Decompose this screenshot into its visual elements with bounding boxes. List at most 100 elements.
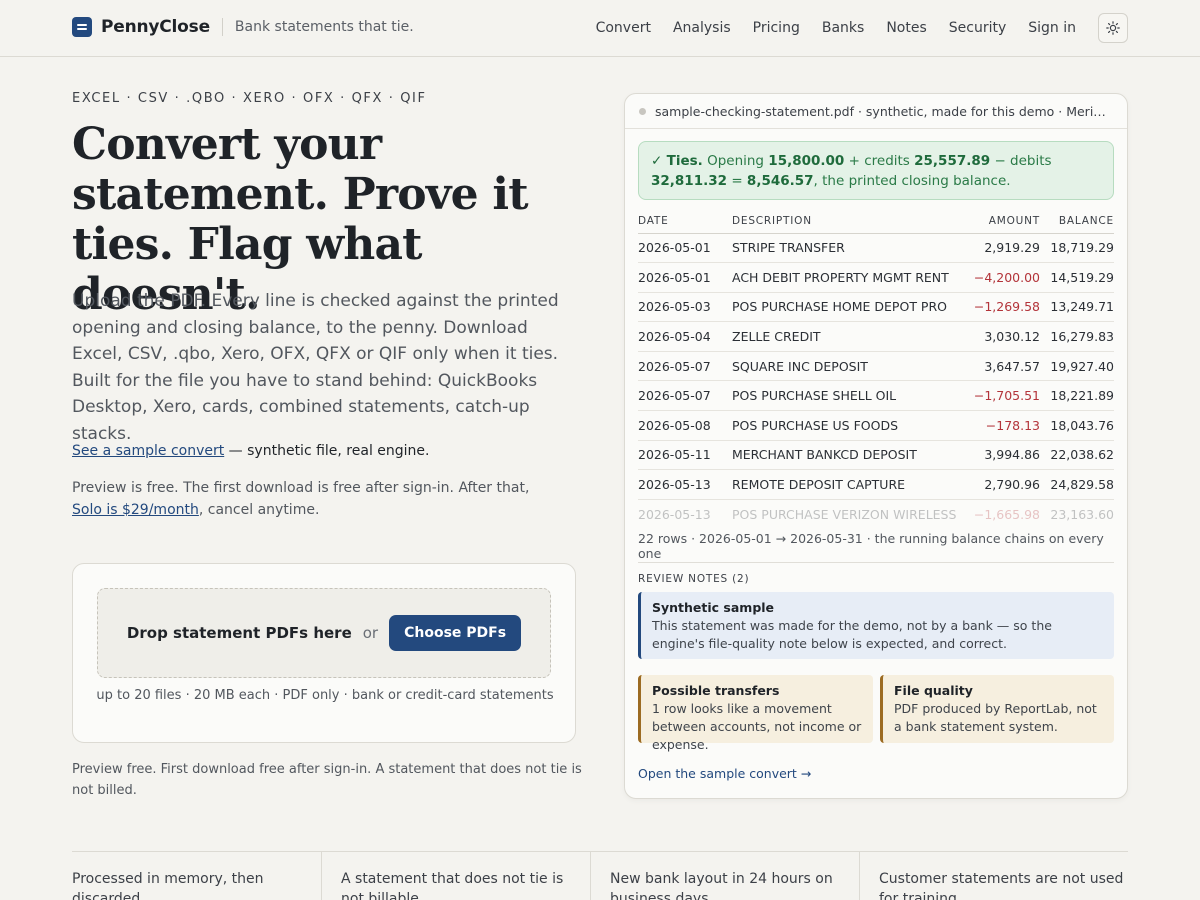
cell-balance: 19,927.40: [1040, 351, 1114, 382]
cell-date: 2026-05-03: [638, 292, 732, 323]
brand-name: PennyClose: [101, 17, 210, 37]
cell-description: POS PURCHASE US FOODS: [732, 410, 964, 441]
cell-balance: 22,038.62: [1040, 440, 1114, 471]
pdf-dropzone[interactable]: Drop statement PDFs here or Choose PDFs: [97, 588, 551, 678]
col-date: DATE: [638, 209, 732, 234]
cell-date: 2026-05-13: [638, 506, 711, 522]
cell-amount: −178.13: [964, 410, 1040, 441]
trust-item: New bank layout in 24 hours on business …: [590, 852, 859, 900]
upload-limits: up to 20 files · 20 MB each · PDF only ·…: [96, 688, 554, 703]
brand-tagline: Bank statements that tie.: [234, 19, 414, 35]
nav-banks[interactable]: Banks: [822, 20, 864, 36]
transactions-body: 2026-05-01 STRIPE TRANSFER 2,919.29 18,719.…: [638, 233, 1114, 529]
pricing-line: Preview is free. The first download is f…: [72, 477, 562, 521]
hero-description: Upload the PDF. Every line is checked ag…: [72, 291, 559, 444]
cell-date: 2026-05-01: [638, 262, 732, 293]
pricing-suffix: , cancel anytime.: [198, 502, 320, 518]
note-title: File quality: [894, 683, 973, 698]
note-synthetic-sample: Synthetic sample This statement was made…: [638, 592, 1114, 659]
format-list: EXCEL · CSV · .QBO · XERO · OFX · QFX · …: [72, 91, 427, 106]
cell-date: 2026-05-04: [638, 321, 732, 352]
cell-balance: 23,163.60: [1050, 506, 1114, 522]
credits-label: + credits: [848, 153, 910, 169]
cell-description: SQUARE INC DEPOSIT: [732, 351, 964, 382]
cell-date: 2026-05-07: [638, 380, 732, 412]
cell-amount: −1,665.98: [973, 506, 1040, 522]
logo-icon: [72, 17, 92, 37]
table-row: 2026-05-13 REMOTE DEPOSIT CAPTURE 2,790.96…: [638, 469, 1114, 500]
theme-toggle-button[interactable]: [1098, 13, 1128, 43]
cell-balance: 14,519.29: [1040, 262, 1114, 293]
debits-label: − debits: [994, 153, 1052, 169]
status-dot-icon: [639, 107, 646, 115]
note-body: This statement was made for the demo, no…: [652, 618, 1052, 651]
note-body: PDF produced by ReportLab, not a bank st…: [894, 701, 1097, 734]
sample-line-suffix: — synthetic file, real engine.: [224, 443, 430, 459]
note-possible-transfers: Possible transfers 1 row looks like a mo…: [638, 675, 873, 752]
table-header-row: DATE DESCRIPTION AMOUNT BALANCE: [638, 209, 1114, 234]
cell-date: 2026-05-07: [638, 351, 732, 382]
pricing-prefix: Preview is free. The first download is f…: [72, 480, 530, 496]
cell-description: ACH DEBIT PROPERTY MGMT RENT: [732, 262, 964, 293]
table-row: 2026-05-03 POS PURCHASE HOME DEPOT PRO −1,…: [638, 292, 1114, 323]
cell-date: 2026-05-13: [638, 469, 732, 500]
equals-sign: =: [731, 173, 743, 189]
cell-amount: 2,790.96: [964, 469, 1040, 500]
trust-strip: Processed in memory, then discarded A st…: [72, 851, 1128, 900]
drop-or-label: or: [362, 624, 379, 642]
col-balance: BALANCE: [1040, 209, 1114, 234]
open-sample-link[interactable]: Open the sample convert →: [638, 766, 811, 781]
cell-date: 2026-05-01: [638, 233, 732, 264]
note-title: Possible transfers: [652, 683, 780, 698]
divider: [638, 562, 1114, 563]
cell-amount: 3,030.12: [964, 321, 1040, 352]
cell-balance: 18,043.76: [1040, 410, 1114, 441]
sample-statement-card: sample-checking-statement.pdf · syntheti…: [624, 93, 1128, 799]
review-notes-label: REVIEW NOTES (2): [638, 573, 750, 585]
note-title: Synthetic sample: [652, 600, 775, 615]
nav-pricing[interactable]: Pricing: [753, 20, 800, 36]
nav-convert[interactable]: Convert: [596, 20, 651, 36]
sample-convert-link[interactable]: See a sample convert: [72, 443, 224, 459]
cell-amount: 2,919.29: [964, 233, 1040, 264]
choose-pdfs-button[interactable]: Choose PDFs: [389, 615, 522, 651]
main-nav: Convert Analysis Pricing Banks Notes Sec…: [574, 13, 1128, 43]
cell-amount: −1,269.58: [964, 292, 1040, 323]
brand[interactable]: PennyClose Bank statements that tie.: [72, 17, 414, 37]
closing-suffix: , the printed closing balance.: [813, 173, 1011, 189]
table-row: 2026-05-01 STRIPE TRANSFER 2,919.29 18,719.…: [638, 233, 1114, 264]
col-amount: AMOUNT: [964, 209, 1040, 234]
top-bar: PennyClose Bank statements that tie. Con…: [0, 0, 1200, 57]
cell-amount: 3,647.57: [964, 351, 1040, 382]
closing-value: 8,546.57: [746, 173, 814, 189]
cell-balance: 18,221.89: [1040, 380, 1114, 412]
cell-description: POS PURCHASE HOME DEPOT PRO: [732, 292, 964, 323]
brand-divider: [221, 18, 223, 36]
nav-analysis[interactable]: Analysis: [673, 20, 731, 36]
table-row: 2026-05-13 POS PURCHASE VERIZON WIRELESS −…: [638, 499, 1114, 529]
cell-amount: −1,705.51: [964, 380, 1040, 412]
trust-item: A statement that does not tie is not bil…: [321, 852, 590, 900]
sample-line: See a sample convert — synthetic file, r…: [72, 443, 430, 459]
cell-description: ZELLE CREDIT: [732, 321, 964, 352]
cell-balance: 24,829.58: [1040, 469, 1114, 500]
cell-amount: 3,994.86: [964, 440, 1040, 471]
table-row: 2026-05-07 SQUARE INC DEPOSIT 3,647.57 19,9…: [638, 351, 1114, 382]
nav-sign-in[interactable]: Sign in: [1028, 20, 1076, 36]
nav-notes[interactable]: Notes: [886, 20, 926, 36]
table-row: 2026-05-08 POS PURCHASE US FOODS −178.13 18…: [638, 410, 1114, 441]
cell-description: POS PURCHASE VERIZON WIRELESS: [732, 506, 957, 522]
solo-pricing-link[interactable]: Solo is $29/month: [72, 502, 199, 518]
transactions-table: DATE DESCRIPTION AMOUNT BALANCE 2026-05-…: [638, 209, 1114, 529]
drop-label: Drop statement PDFs here: [126, 624, 352, 642]
cell-balance: 13,249.71: [1040, 292, 1114, 323]
nav-security[interactable]: Security: [949, 20, 1007, 36]
opening-value: 15,800.00: [768, 153, 845, 169]
ties-label: Ties.: [666, 153, 703, 169]
opening-label: Opening: [707, 153, 764, 169]
check-icon: ✓: [651, 153, 663, 169]
debits-value: 32,811.32: [651, 173, 728, 189]
note-body: 1 row looks like a movement between acco…: [652, 701, 862, 752]
note-file-quality: File quality PDF produced by ReportLab, …: [880, 675, 1114, 743]
cell-description: STRIPE TRANSFER: [732, 233, 964, 264]
